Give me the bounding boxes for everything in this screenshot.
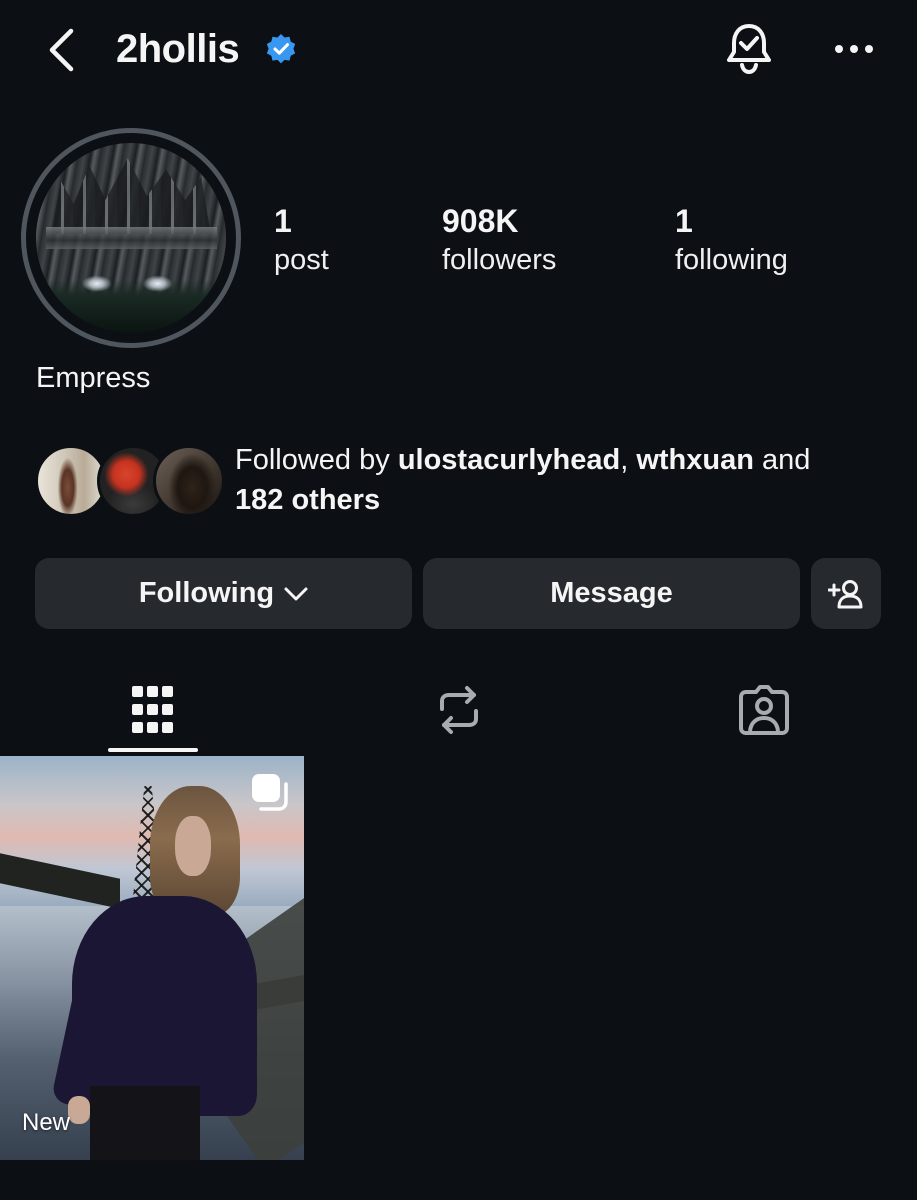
tagged-person-icon <box>739 685 789 735</box>
followed-by-separator: , <box>620 444 637 476</box>
add-person-icon <box>828 579 863 608</box>
others-count-link[interactable]: 182 others <box>235 484 380 516</box>
followed-by-connector: and <box>753 444 811 476</box>
following-label: following <box>675 244 788 276</box>
post-thumbnail[interactable] <box>0 756 304 1160</box>
followed-by-text[interactable]: Followed by ulostacurlyhead, wthxuan and… <box>235 440 895 520</box>
verified-badge-icon <box>266 34 296 64</box>
add-user-button[interactable] <box>811 558 881 629</box>
following-button-label: Following <box>138 577 275 609</box>
posts-label: post <box>274 244 329 276</box>
message-button[interactable]: Message <box>423 558 800 629</box>
chevron-down-icon <box>284 587 308 600</box>
followers-label: followers <box>442 244 557 276</box>
posts-count: 1 <box>274 203 292 239</box>
back-chevron-icon <box>49 28 74 72</box>
following-stat[interactable]: 1 following <box>675 200 788 278</box>
mutual-follower-link[interactable]: ulostacurlyhead <box>398 444 620 476</box>
profile-username: 2hollis <box>116 27 240 71</box>
profile-avatar[interactable] <box>21 128 241 348</box>
avatar-image <box>36 143 226 333</box>
following-count: 1 <box>675 203 693 239</box>
tab-reposts[interactable] <box>399 668 519 752</box>
mutual-follower-link[interactable]: wthxuan <box>636 444 754 476</box>
mutual-followers-avatars[interactable] <box>35 445 225 517</box>
profile-header: 2hollis <box>0 0 917 100</box>
repost-icon <box>440 686 478 734</box>
more-options-icon <box>835 45 873 53</box>
grid-icon <box>132 686 173 733</box>
message-button-label: Message <box>550 577 673 609</box>
followers-stat[interactable]: 908K followers <box>442 200 556 278</box>
tab-posts-grid[interactable] <box>93 668 213 752</box>
more-options-button[interactable] <box>826 28 882 70</box>
following-button[interactable]: Following <box>35 558 412 629</box>
notification-bell-icon <box>727 24 771 75</box>
notification-bell-button[interactable] <box>720 20 778 78</box>
posts-stat[interactable]: 1 post <box>274 200 329 278</box>
new-post-badge: New <box>22 1109 71 1136</box>
followers-count: 908K <box>442 203 519 239</box>
carousel-icon <box>252 774 288 811</box>
active-tab-indicator <box>108 748 198 752</box>
back-button[interactable] <box>40 24 84 76</box>
bio-name: Empress <box>36 362 151 394</box>
tab-tagged[interactable] <box>704 668 824 752</box>
avatar <box>153 445 225 517</box>
followed-by-prefix: Followed by <box>235 444 398 476</box>
